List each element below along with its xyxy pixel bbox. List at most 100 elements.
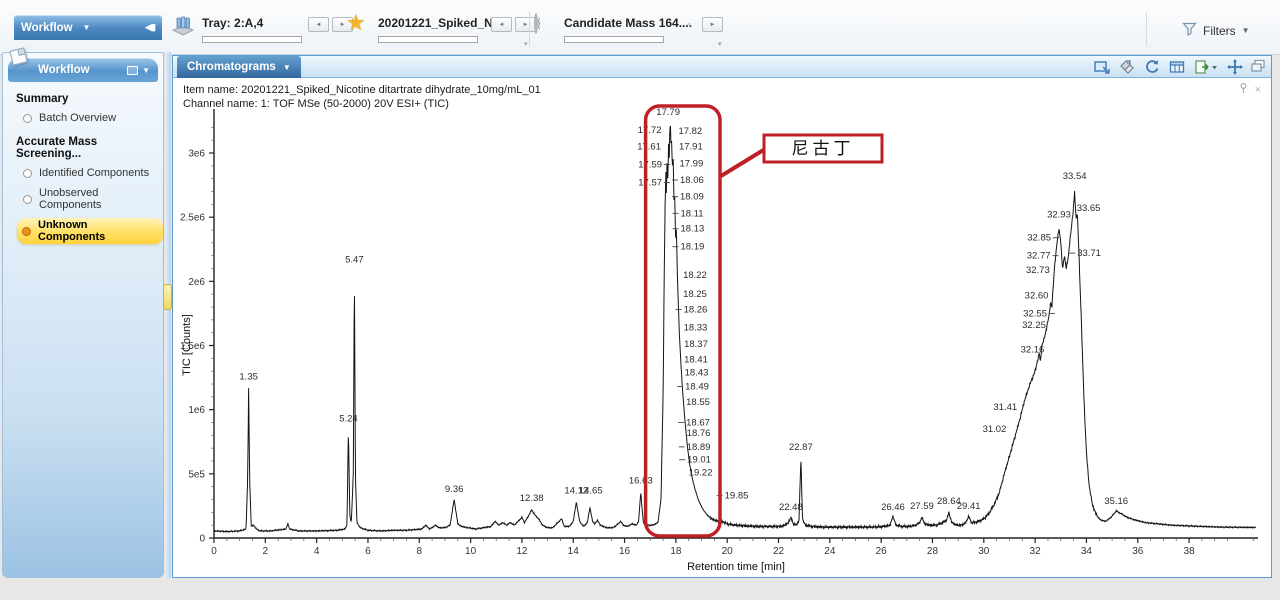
svg-text:0: 0 (211, 546, 217, 557)
peak-label: 22.48 (779, 502, 803, 513)
annotation-label-text: 尼古丁 (792, 139, 855, 158)
undo-icon[interactable] (1144, 59, 1160, 75)
tab-tray[interactable]: Tray: 2:A,4 ◄ ► (170, 10, 355, 52)
candidate-mass-icon (534, 13, 538, 34)
sidebar-item-batch-overview[interactable]: Batch Overview (21, 111, 124, 125)
svg-text:24: 24 (824, 546, 836, 557)
tags-icon[interactable] (1119, 59, 1135, 75)
sidebar-item-unknown-components[interactable]: Unknown Components (17, 218, 163, 244)
peak-label: 22.87 (789, 442, 813, 453)
peak-label: 18.26 (684, 305, 708, 316)
pin-icon[interactable] (1239, 83, 1248, 97)
chromatograms-tab[interactable]: Chromatograms ▼ (177, 56, 301, 78)
peak-label: 19.85 (725, 491, 749, 502)
peak-label: 32.60 (1025, 290, 1049, 301)
funnel-icon (1182, 22, 1197, 39)
tic-trace (214, 126, 1256, 532)
tab-spiked-prev-button[interactable]: ◄ (491, 17, 512, 32)
svg-text:3e6: 3e6 (188, 149, 205, 160)
svg-text:2e6: 2e6 (188, 277, 205, 288)
svg-text:32: 32 (1030, 546, 1042, 557)
tab-candidate-label: Candidate Mass 164.... (564, 16, 692, 30)
peak-label: 19.22 (689, 468, 713, 479)
chevron-down-icon: ▼ (283, 63, 291, 72)
peak-label: 17.57 (638, 178, 662, 189)
export-icon[interactable] (1194, 59, 1218, 75)
splitter-collapse-handle[interactable] (163, 284, 172, 310)
sidebar-splitter[interactable] (165, 52, 171, 578)
top-bar: Workflow ▼ ◀▮ Tray: 2:A,4 ◄ ► ★ (0, 0, 1280, 55)
peak-label: 31.02 (983, 424, 1007, 435)
peak-label: 17.82 (678, 126, 702, 137)
chromatogram-info: Item name: 20201221_Spiked_Nicotine dita… (183, 83, 541, 111)
peak-label: 32.25 (1022, 320, 1046, 331)
svg-text:0: 0 (199, 534, 205, 545)
chromatograms-panel: Chromatograms ▼ (172, 55, 1272, 578)
svg-text:16: 16 (619, 546, 631, 557)
svg-text:Retention time [min]: Retention time [min] (687, 561, 785, 573)
peak-label: 32.55 (1023, 308, 1047, 319)
close-icon[interactable]: × (1255, 84, 1261, 96)
peak-label: 18.11 (680, 208, 703, 219)
peak-label: 18.33 (684, 323, 708, 334)
peak-label: 26.46 (881, 502, 905, 513)
peak-label: 5.47 (345, 255, 364, 266)
svg-text:6: 6 (365, 546, 371, 557)
sidebar-item-unobserved-components[interactable]: Unobserved Components (21, 186, 163, 212)
callout-line (721, 149, 765, 176)
peak-label: 18.06 (680, 175, 704, 186)
peak-label: 9.36 (445, 484, 464, 495)
workflow-panel-header[interactable]: Workflow ▼ (8, 58, 158, 82)
filters-button[interactable]: Filters ▼ (1182, 22, 1250, 39)
svg-text:14: 14 (568, 546, 580, 557)
peak-label: 12.38 (520, 493, 544, 504)
display-icon[interactable] (127, 66, 138, 75)
peak-label: 17.91 (679, 142, 703, 153)
peak-label: 32.85 (1027, 233, 1051, 244)
chevron-down-icon[interactable]: ▾ (718, 40, 722, 48)
peak-label: 1.35 (239, 371, 258, 382)
peak-label: 18.09 (680, 192, 704, 203)
tab-candidate-mass[interactable]: Candidate Mass 164.... ◄ ► ▾ (532, 10, 732, 52)
chevron-down-icon[interactable]: ▼ (83, 23, 91, 32)
tray-icon (170, 14, 196, 43)
tab-candidate-next-button[interactable]: ► (702, 17, 723, 32)
chevron-down-icon[interactable]: ▼ (142, 66, 150, 75)
channel-name-label: Channel name: 1: TOF MSe (50-2000) 20V E… (183, 97, 541, 111)
peak-label: 19.01 (687, 455, 711, 466)
radio-icon (23, 195, 32, 204)
peak-label: 18.49 (685, 382, 709, 393)
peak-label: 32.77 (1027, 251, 1051, 262)
peak-label: 32.16 (1021, 344, 1045, 355)
peak-label: 18.41 (684, 355, 708, 366)
sidebar-item-identified-components[interactable]: Identified Components (21, 166, 157, 180)
svg-text:28: 28 (927, 546, 939, 557)
filters-label: Filters (1203, 24, 1236, 38)
collapse-panel-icon[interactable]: ◀▮ (145, 22, 155, 33)
workflow-panel-titlebar[interactable]: Workflow ▼ ◀▮ (14, 15, 162, 40)
table-icon[interactable] (1169, 59, 1185, 75)
radio-icon (23, 169, 32, 178)
peak-label: 17.59 (638, 160, 662, 171)
radio-selected-icon (22, 227, 31, 236)
restore-window-icon[interactable] (1250, 59, 1266, 73)
peak-label: 18.22 (683, 270, 707, 281)
svg-text:10: 10 (465, 546, 477, 557)
chromatogram-chart[interactable]: 05e51e61.5e62e62.5e63e602468101214161820… (176, 79, 1266, 577)
peak-label: 32.73 (1026, 265, 1050, 276)
chevron-down-icon[interactable]: ▾ (524, 40, 528, 48)
pan-move-icon[interactable] (1227, 59, 1243, 75)
tab-candidate-prev-button[interactable]: ◄ (678, 17, 699, 32)
tab-spiked-label: 20201221_Spiked_Ni... (378, 16, 506, 30)
star-icon: ★ (346, 10, 366, 36)
tab-tray-label: Tray: 2:A,4 (202, 16, 263, 30)
svg-text:38: 38 (1184, 546, 1196, 557)
filters-divider (1146, 12, 1147, 46)
tab-tray-prev-button[interactable]: ◄ (308, 17, 329, 32)
tab-spiked-nicotine[interactable]: ★ 20201221_Spiked_Ni... ◄ ► ▾ (346, 10, 528, 52)
svg-text:4: 4 (314, 546, 320, 557)
peak-label: 33.71 (1077, 248, 1101, 259)
panel-mini-controls: × (1239, 83, 1261, 97)
svg-text:TIC [Counts]: TIC [Counts] (181, 314, 193, 376)
zoom-region-icon[interactable] (1094, 59, 1110, 75)
